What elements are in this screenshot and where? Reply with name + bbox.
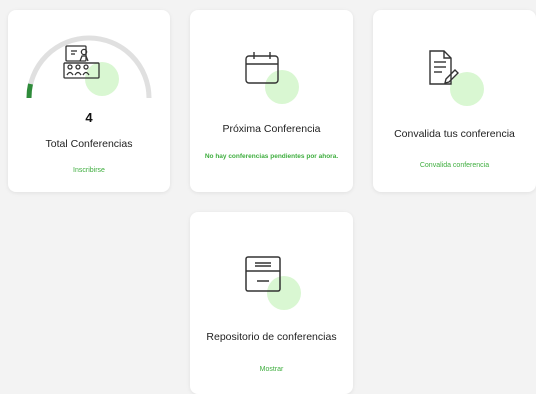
mostrar-link[interactable]: Mostrar bbox=[190, 366, 353, 373]
card-title-next: Próxima Conferencia bbox=[222, 123, 321, 135]
validate-conference-card: Convalida tus conferencia Convalida conf… bbox=[373, 10, 536, 192]
document-edit-icon bbox=[428, 50, 488, 110]
conference-count: 4 bbox=[85, 110, 93, 125]
presentation-icon bbox=[63, 44, 123, 104]
card-title-validate: Convalida tus conferencia bbox=[394, 128, 515, 140]
card-title-total: Total Conferencias bbox=[45, 138, 133, 150]
no-pending-message: No hay conferencias pendientes por ahora… bbox=[204, 153, 339, 160]
calendar-icon bbox=[245, 50, 305, 110]
inscribirse-link[interactable]: Inscribirse bbox=[8, 167, 170, 174]
repository-card: Repositorio de conferencias Mostrar bbox=[190, 212, 353, 394]
convalida-link[interactable]: Convalida conferencia bbox=[373, 162, 536, 169]
next-conference-card: Próxima Conferencia No hay conferencias … bbox=[190, 10, 353, 192]
archive-icon bbox=[245, 256, 305, 316]
total-conferences-card: 4 Total Conferencias Inscribirse bbox=[8, 10, 170, 192]
card-title-repository: Repositorio de conferencias bbox=[206, 331, 337, 343]
